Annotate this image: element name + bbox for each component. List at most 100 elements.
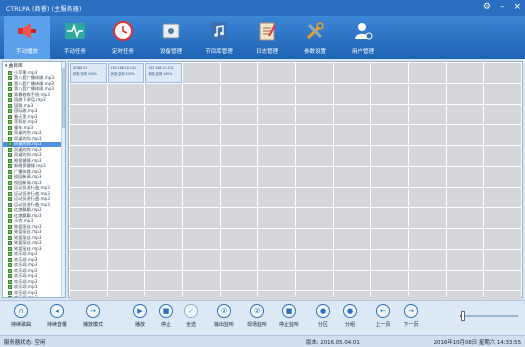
control-button[interactable]: ∩ 持续歌曲 xyxy=(4,304,38,328)
zone-cell-empty[interactable] xyxy=(258,208,295,228)
zone-cell-empty[interactable] xyxy=(333,146,371,166)
volume-knob[interactable] xyxy=(460,311,465,321)
zone-cell-empty[interactable] xyxy=(371,229,408,249)
zone-cell-empty[interactable] xyxy=(183,187,220,208)
song-library-tree[interactable]: ▾ 曲目库 小苹果.mp3 第八套广播体操.mp3 第八套广播体操.mp3 第八套广播… xyxy=(2,61,66,298)
zone-cell-empty[interactable] xyxy=(296,166,333,187)
zone-cell-empty[interactable] xyxy=(446,83,484,104)
zone-cell-empty[interactable] xyxy=(145,208,182,228)
zone-cell-empty[interactable] xyxy=(371,166,408,187)
control-button[interactable]: ◂ 持续音量 xyxy=(40,304,74,328)
zone-cell-empty[interactable] xyxy=(70,166,107,187)
zone-cell-empty[interactable] xyxy=(183,229,220,249)
zone-cell-empty[interactable] xyxy=(220,104,258,125)
zone-cell-empty[interactable] xyxy=(258,249,295,270)
zone-cell-empty[interactable] xyxy=(409,63,446,83)
toolbar-program-library[interactable]: 节目库管理 xyxy=(196,16,242,59)
zone-cell-empty[interactable] xyxy=(296,270,333,291)
zone-cell-empty[interactable] xyxy=(220,270,258,291)
zone-cell-empty[interactable] xyxy=(333,104,371,125)
zone-cell-empty[interactable] xyxy=(258,63,295,83)
zone-cell-empty[interactable] xyxy=(70,125,107,145)
scrollbar-thumb[interactable] xyxy=(62,68,65,128)
minimize-button[interactable]: – xyxy=(500,2,505,13)
control-button[interactable]: ② 输出监听 xyxy=(207,304,241,328)
zone-cell-empty[interactable] xyxy=(220,83,258,104)
zone-cell-empty[interactable] xyxy=(484,104,521,125)
zone-cell-empty[interactable] xyxy=(145,270,182,291)
toolbar-parameter-settings[interactable]: 参数设置 xyxy=(292,16,338,59)
zone-cell-empty[interactable] xyxy=(446,104,484,125)
zone-cell-empty[interactable] xyxy=(484,270,521,291)
zone-cell-empty[interactable] xyxy=(107,187,145,208)
zone-cell-empty[interactable] xyxy=(70,187,107,208)
zone-cell-empty[interactable] xyxy=(145,125,182,145)
zone-cell-active[interactable]: 192.168.10.101 状态:空闲 100% xyxy=(107,63,145,83)
zone-cell-empty[interactable] xyxy=(333,270,371,291)
zone-cell-empty[interactable] xyxy=(409,208,446,228)
zone-cell-empty[interactable] xyxy=(409,166,446,187)
zone-cell-empty[interactable] xyxy=(409,270,446,291)
zone-cell-empty[interactable] xyxy=(371,83,408,104)
zone-cell-empty[interactable] xyxy=(258,270,295,291)
zone-cell-empty[interactable] xyxy=(371,146,408,166)
zone-cell-empty[interactable] xyxy=(220,146,258,166)
zone-cell-empty[interactable] xyxy=(296,104,333,125)
zone-cell-empty[interactable] xyxy=(371,208,408,228)
toolbar-log-management[interactable]: 日志管理 xyxy=(244,16,290,59)
zone-cell-empty[interactable] xyxy=(333,166,371,187)
zone-cell-empty[interactable] xyxy=(333,125,371,145)
zone-cell-empty[interactable] xyxy=(70,229,107,249)
zone-cell-empty[interactable] xyxy=(107,125,145,145)
zone-cell-empty[interactable] xyxy=(145,187,182,208)
settings-icon[interactable]: ⚙ xyxy=(483,2,491,13)
control-button[interactable]: → 播放模式 xyxy=(76,304,110,328)
zone-cell-empty[interactable] xyxy=(371,249,408,270)
zone-cell-empty[interactable] xyxy=(183,146,220,166)
zone-cell-active[interactable]: 192.168.10.102 状态:空闲 100% xyxy=(145,63,182,83)
zone-cell-empty[interactable] xyxy=(484,166,521,187)
zone-cell-empty[interactable] xyxy=(333,83,371,104)
zone-cell-empty[interactable] xyxy=(296,146,333,166)
zone-cell-empty[interactable] xyxy=(371,187,408,208)
zone-cell-active[interactable]: ZONE-01 状态:空闲 100% xyxy=(70,63,107,83)
zone-cell-empty[interactable] xyxy=(409,187,446,208)
zone-cell-empty[interactable] xyxy=(333,208,371,228)
zone-cell-empty[interactable] xyxy=(371,270,408,291)
zone-cell-empty[interactable] xyxy=(107,166,145,187)
zone-cell-empty[interactable] xyxy=(107,146,145,166)
zone-cell-empty[interactable] xyxy=(145,83,182,104)
zone-cell-empty[interactable] xyxy=(220,208,258,228)
zone-cell-empty[interactable] xyxy=(70,208,107,228)
close-button[interactable]: × xyxy=(513,2,521,13)
zone-cell-empty[interactable] xyxy=(183,63,220,83)
zone-cell-empty[interactable] xyxy=(107,229,145,249)
zone-cell-empty[interactable] xyxy=(296,249,333,270)
zone-cell-empty[interactable] xyxy=(296,83,333,104)
zone-cell-empty[interactable] xyxy=(333,187,371,208)
zone-cell-empty[interactable] xyxy=(484,229,521,249)
zone-cell-empty[interactable] xyxy=(409,104,446,125)
zone-cell-empty[interactable] xyxy=(70,249,107,270)
control-button[interactable]: ● 分组 xyxy=(333,304,367,328)
zone-cell-empty[interactable] xyxy=(371,104,408,125)
zone-cell-empty[interactable] xyxy=(409,146,446,166)
zone-cell-empty[interactable] xyxy=(183,208,220,228)
zone-cell-empty[interactable] xyxy=(446,166,484,187)
zone-cell-empty[interactable] xyxy=(220,166,258,187)
control-button[interactable]: → 下一页 xyxy=(394,304,428,328)
zone-cell-empty[interactable] xyxy=(183,166,220,187)
zone-cell-empty[interactable] xyxy=(409,229,446,249)
zone-cell-empty[interactable] xyxy=(446,146,484,166)
zone-cell-empty[interactable] xyxy=(296,229,333,249)
zone-cell-empty[interactable] xyxy=(220,229,258,249)
toolbar-device-management[interactable]: 设备管理 xyxy=(148,16,194,59)
zone-cell-empty[interactable] xyxy=(296,63,333,83)
zone-cell-empty[interactable] xyxy=(183,125,220,145)
zone-cell-empty[interactable] xyxy=(296,208,333,228)
zone-cell-empty[interactable] xyxy=(484,125,521,145)
zone-cell-empty[interactable] xyxy=(70,83,107,104)
zone-cell-empty[interactable] xyxy=(258,146,295,166)
toolbar-manual-play[interactable]: 手动播放 xyxy=(4,16,50,59)
zone-cell-empty[interactable] xyxy=(107,208,145,228)
